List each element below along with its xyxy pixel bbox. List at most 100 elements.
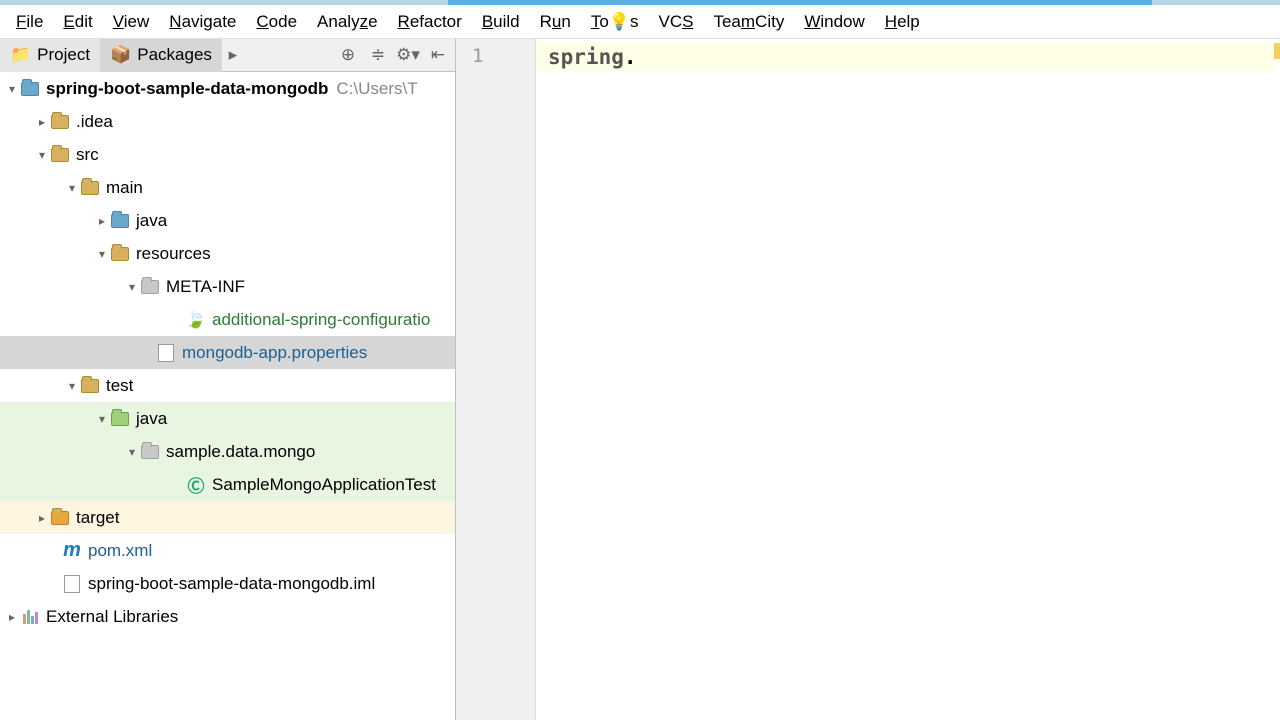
panel-header: 📁 Project 📦 Packages ▸ ⊕ ≑ ⚙▾ ⇤: [0, 39, 455, 72]
menu-window[interactable]: Window: [794, 8, 874, 36]
tree-target[interactable]: ▸ target: [0, 501, 455, 534]
sample-pkg-label: sample.data.mongo: [166, 442, 315, 462]
folder-icon: [140, 277, 160, 297]
iml-file-icon: [62, 574, 82, 594]
tree-mongodb-props[interactable]: mongodb-app.properties: [0, 336, 455, 369]
package-icon: [140, 442, 160, 462]
tree-idea[interactable]: ▸ .idea: [0, 105, 455, 138]
tree-metainf[interactable]: ▾ META-INF: [0, 270, 455, 303]
menu-run[interactable]: Run: [530, 8, 581, 36]
tree-src[interactable]: ▾ src: [0, 138, 455, 171]
resources-folder-icon: [110, 244, 130, 264]
chevron-down-icon[interactable]: ▾: [4, 82, 20, 96]
menu-bar: File Edit View Navigate Code Analyze Ref…: [0, 5, 1280, 39]
metainf-label: META-INF: [166, 277, 245, 297]
java-test-label: java: [136, 409, 167, 429]
ext-libs-label: External Libraries: [46, 607, 178, 627]
collapse-icon[interactable]: ≑: [367, 44, 389, 66]
menu-view[interactable]: View: [103, 8, 160, 36]
excluded-folder-icon: [50, 508, 70, 528]
resources-label: resources: [136, 244, 211, 264]
project-tab-icon: 📁: [10, 45, 31, 65]
project-tree: ▾ spring-boot-sample-data-mongodb C:\Use…: [0, 72, 455, 720]
folder-icon: [80, 178, 100, 198]
spring-config-icon: 🍃: [186, 310, 206, 330]
tree-additional-cfg[interactable]: 🍃 additional-spring-configuratio: [0, 303, 455, 336]
tree-resources[interactable]: ▾ resources: [0, 237, 455, 270]
packages-tab-icon: 📦: [110, 45, 131, 65]
tree-root[interactable]: ▾ spring-boot-sample-data-mongodb C:\Use…: [0, 72, 455, 105]
tree-java-test[interactable]: ▾ java: [0, 402, 455, 435]
tree-pom[interactable]: m pom.xml: [0, 534, 455, 567]
mongodb-props-label: mongodb-app.properties: [182, 343, 367, 363]
tree-ext-libs[interactable]: ▸ External Libraries: [0, 600, 455, 633]
main-label: main: [106, 178, 143, 198]
libraries-icon: [20, 607, 40, 627]
tree-main[interactable]: ▾ main: [0, 171, 455, 204]
tree-iml[interactable]: spring-boot-sample-data-mongodb.iml: [0, 567, 455, 600]
expand-nav-icon[interactable]: ▸: [222, 44, 244, 66]
pom-label: pom.xml: [88, 541, 152, 561]
class-icon: Ⓒ: [186, 475, 206, 495]
maven-icon: m: [62, 541, 82, 561]
chevron-down-icon[interactable]: ▾: [94, 247, 110, 261]
menu-help[interactable]: Help: [875, 8, 930, 36]
source-folder-icon: [110, 211, 130, 231]
target-label: target: [76, 508, 119, 528]
menu-build[interactable]: Build: [472, 8, 530, 36]
tree-test-class[interactable]: Ⓒ SampleMongoApplicationTest: [0, 468, 455, 501]
chevron-right-icon[interactable]: ▸: [4, 610, 20, 624]
chevron-down-icon[interactable]: ▾: [124, 445, 140, 459]
menu-navigate[interactable]: Navigate: [159, 8, 246, 36]
folder-icon: [50, 112, 70, 132]
additional-cfg-label: additional-spring-configuratio: [212, 310, 430, 330]
menu-code[interactable]: Code: [246, 8, 307, 36]
hide-icon[interactable]: ⇤: [427, 44, 449, 66]
menu-edit[interactable]: Edit: [53, 8, 102, 36]
tree-test[interactable]: ▾ test: [0, 369, 455, 402]
editor[interactable]: 1 spring.: [456, 39, 1280, 720]
chevron-down-icon[interactable]: ▾: [94, 412, 110, 426]
menu-teamcity[interactable]: TeamCity: [703, 8, 794, 36]
tab-project-label: Project: [37, 45, 90, 65]
root-label: spring-boot-sample-data-mongodb: [46, 79, 328, 99]
properties-file-icon: [156, 343, 176, 363]
menu-refactor[interactable]: Refactor: [388, 8, 472, 36]
tree-java-main[interactable]: ▸ java: [0, 204, 455, 237]
menu-vcs[interactable]: VCS: [648, 8, 703, 36]
folder-icon: [50, 145, 70, 165]
code-line: spring.: [548, 45, 637, 69]
chevron-down-icon[interactable]: ▾: [64, 379, 80, 393]
code-ident: spring: [548, 45, 624, 69]
test-class-label: SampleMongoApplicationTest: [212, 475, 436, 495]
test-source-folder-icon: [110, 409, 130, 429]
chevron-right-icon[interactable]: ▸: [94, 214, 110, 228]
project-panel: 📁 Project 📦 Packages ▸ ⊕ ≑ ⚙▾ ⇤ ▾ spring…: [0, 39, 456, 720]
line-number: 1: [472, 45, 483, 67]
java-main-label: java: [136, 211, 167, 231]
root-path: C:\Users\T: [336, 79, 417, 99]
settings-icon[interactable]: ⚙▾: [397, 44, 419, 66]
error-stripe-indicator[interactable]: [1274, 43, 1280, 59]
chevron-down-icon[interactable]: ▾: [124, 280, 140, 294]
tab-project[interactable]: 📁 Project: [0, 39, 100, 72]
tree-sample-pkg[interactable]: ▾ sample.data.mongo: [0, 435, 455, 468]
editor-content[interactable]: spring.: [536, 39, 1280, 720]
chevron-right-icon[interactable]: ▸: [34, 115, 50, 129]
test-label: test: [106, 376, 133, 396]
code-dot: .: [624, 45, 637, 69]
chevron-down-icon[interactable]: ▾: [34, 148, 50, 162]
locate-icon[interactable]: ⊕: [337, 44, 359, 66]
active-line-highlight: [536, 43, 1276, 71]
module-icon: [20, 79, 40, 99]
iml-label: spring-boot-sample-data-mongodb.iml: [88, 574, 375, 594]
menu-tools[interactable]: To💡s: [581, 8, 649, 36]
chevron-right-icon[interactable]: ▸: [34, 511, 50, 525]
chevron-down-icon[interactable]: ▾: [64, 181, 80, 195]
menu-file[interactable]: File: [6, 8, 53, 36]
idea-label: .idea: [76, 112, 113, 132]
menu-analyze[interactable]: Analyze: [307, 8, 388, 36]
tab-packages[interactable]: 📦 Packages: [100, 39, 222, 72]
folder-icon: [80, 376, 100, 396]
editor-gutter: 1: [456, 39, 536, 720]
